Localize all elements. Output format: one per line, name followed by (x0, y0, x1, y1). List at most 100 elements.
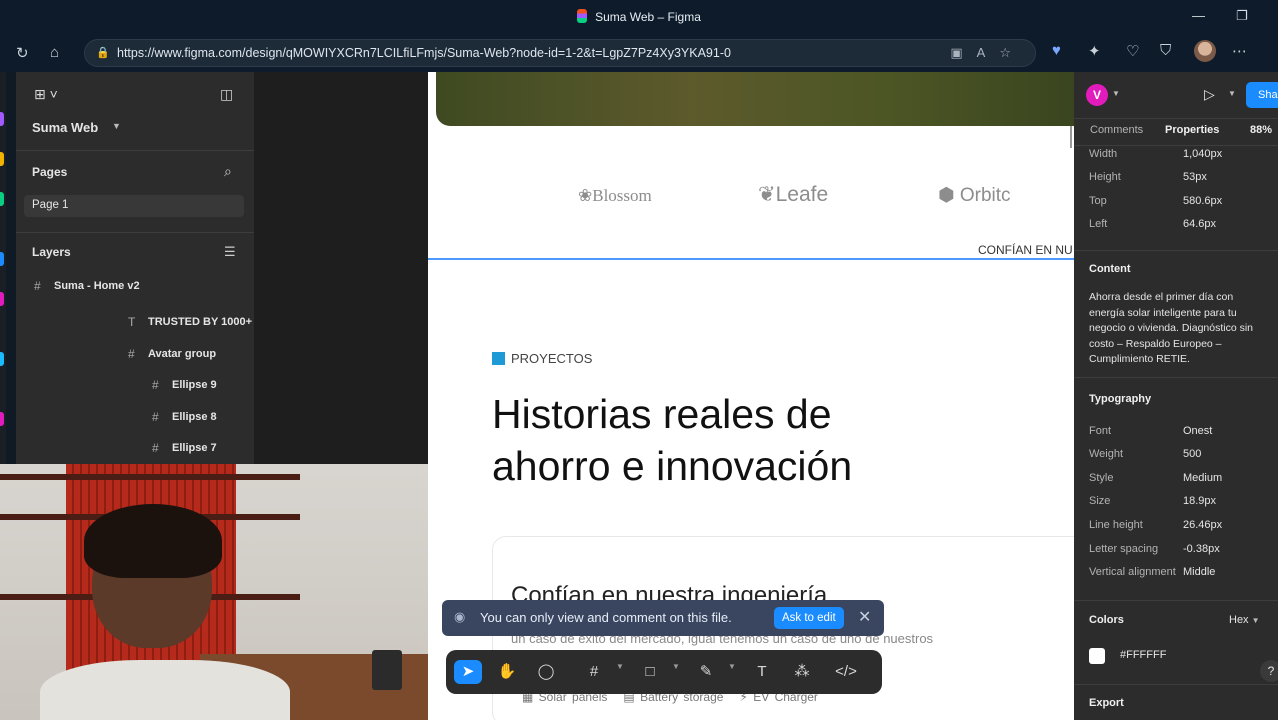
panel-toggle-icon[interactable]: ◫ (220, 86, 233, 103)
prop-label: Style (1089, 472, 1114, 484)
content-text[interactable]: Ahorra desde el primer día con energía s… (1089, 290, 1253, 368)
components-icon[interactable]: ⁂ (788, 660, 816, 684)
dev-mode-icon[interactable]: </> (832, 660, 860, 684)
mug (372, 650, 402, 690)
prop-label: Left (1089, 218, 1108, 230)
color-marker (0, 412, 4, 426)
banner-message: You can only view and comment on this fi… (480, 610, 732, 625)
prop-label: Height (1089, 171, 1121, 183)
content-line: energía solar inteligente para tu (1089, 306, 1237, 319)
page-item-page-1[interactable]: Page 1 (24, 195, 244, 217)
browser-profile-avatar[interactable] (1194, 40, 1216, 62)
heading-line: Historias reales de (492, 391, 832, 437)
more-menu-icon[interactable]: ⋯ (1232, 42, 1247, 60)
prop-value[interactable]: -0.38px (1183, 543, 1220, 555)
user-avatar[interactable]: V (1086, 84, 1108, 106)
layer-item[interactable]: Ellipse 9 (172, 379, 217, 391)
chevron-down-icon[interactable]: ▼ (1112, 89, 1120, 98)
address-actions[interactable]: ▣A☆ (950, 40, 1025, 66)
canvas-scrollbar[interactable] (1070, 126, 1072, 148)
chevron-down-icon[interactable]: ▼ (728, 662, 736, 671)
logo-blossom: ❀Blossom (578, 186, 652, 205)
close-icon[interactable]: ✕ (858, 607, 871, 627)
tab-comments[interactable]: Comments (1090, 124, 1143, 136)
shape-tool-icon[interactable]: □ (636, 660, 664, 684)
prop-value[interactable]: 26.46px (1183, 519, 1222, 531)
webcam-overlay (0, 464, 428, 720)
prop-label: Font (1089, 425, 1112, 437)
layer-item[interactable]: Ellipse 8 (172, 411, 217, 423)
prop-value[interactable]: Medium (1183, 472, 1222, 484)
eye-icon: ◉ (454, 609, 466, 624)
layers-options-icon[interactable]: ☰ (224, 244, 236, 260)
share-button[interactable]: Sha (1246, 82, 1278, 108)
comment-tool-icon[interactable]: ◯ (532, 660, 560, 684)
logo-orbitc: ⬢ Orbitc (938, 185, 1011, 206)
prop-value[interactable]: 53px (1183, 171, 1207, 183)
prop-label: Letter spacing (1089, 543, 1159, 555)
export-label[interactable]: Export (1089, 697, 1124, 709)
help-button[interactable]: ? (1260, 660, 1278, 682)
extensions-icon[interactable]: ✦ (1088, 42, 1101, 60)
bottom-toolbar: ➤ ✋ ◯ # ▼ □ ▼ ✎ ▼ T ⁂ </> (446, 650, 882, 694)
frame-icon: # (152, 410, 159, 424)
chevron-down-icon[interactable]: ▼ (672, 662, 680, 671)
prop-value[interactable]: 1,040px (1183, 148, 1222, 160)
zoom-level[interactable]: 88% (1250, 124, 1272, 136)
prop-label: Vertical alignment (1089, 566, 1176, 578)
window-title-text: Suma Web – Figma (595, 10, 701, 24)
search-icon[interactable]: ⌕ (224, 163, 232, 180)
layer-item[interactable]: Ellipse 7 (172, 442, 217, 454)
person-shirt (40, 660, 290, 720)
color-format-value: Hex (1229, 614, 1249, 626)
text-tool-icon[interactable]: T (748, 660, 776, 684)
favorites-icon[interactable]: ♡ (1126, 42, 1139, 60)
canvas-background[interactable] (254, 72, 428, 464)
ask-to-edit-button[interactable]: Ask to edit (774, 607, 844, 629)
chevron-down-icon[interactable]: ▼ (1228, 89, 1236, 98)
reload-icon[interactable]: ↻ (16, 44, 29, 62)
maximize-icon[interactable]: ❐ (1236, 8, 1248, 24)
layer-item[interactable]: Avatar group (148, 348, 216, 360)
move-tool-icon[interactable]: ➤ (454, 660, 482, 684)
window-title: Suma Web – Figma (0, 9, 1278, 24)
section-heading: Historias reales de ahorro e innovación (492, 388, 1012, 492)
prop-value[interactable]: 580.6px (1183, 195, 1222, 207)
layer-item[interactable]: Suma - Home v2 (54, 280, 140, 292)
color-marker (0, 292, 4, 306)
file-name[interactable]: Suma Web (32, 120, 98, 135)
color-format-select[interactable]: Hex ▼ (1229, 614, 1260, 626)
color-swatch[interactable] (1089, 648, 1105, 664)
frame-icon: # (152, 441, 159, 455)
prop-value[interactable]: 500 (1183, 448, 1201, 460)
main-menu-icon[interactable]: ⊞ ˅ (34, 86, 58, 103)
layers-label: Layers (32, 245, 71, 259)
prop-value[interactable]: 18.9px (1183, 495, 1216, 507)
minimize-icon[interactable]: — (1192, 8, 1205, 23)
prop-value[interactable]: Middle (1183, 566, 1215, 578)
layer-item[interactable]: TRUSTED BY 1000+ (148, 316, 252, 328)
trust-text: CONFÍAN EN NU (978, 243, 1073, 257)
address-bar-row: ↻ ⌂ 🔒 https://www.figma.com/design/qMOWI… (0, 34, 1278, 72)
hand-tool-icon[interactable]: ✋ (493, 660, 521, 684)
person-hair (84, 504, 222, 578)
prop-value[interactable]: Onest (1183, 425, 1212, 437)
chevron-down-icon[interactable]: ▼ (616, 662, 624, 671)
extension-icon[interactable]: ♥ (1052, 42, 1061, 59)
prop-label: Top (1089, 195, 1107, 207)
pen-tool-icon[interactable]: ✎ (692, 660, 720, 684)
frame-tool-icon[interactable]: # (580, 660, 608, 684)
home-icon[interactable]: ⌂ (50, 44, 59, 61)
chevron-down-icon[interactable]: ▼ (112, 121, 121, 131)
tag-square-icon (492, 352, 505, 365)
prop-value[interactable]: 64.6px (1183, 218, 1216, 230)
present-icon[interactable]: ▷ (1204, 86, 1215, 103)
content-line: negocio o vivienda. Diagnóstico sin (1089, 322, 1254, 334)
typography-label: Typography (1089, 393, 1152, 405)
url-field[interactable]: 🔒 https://www.figma.com/design/qMOWIYXCR… (84, 39, 1036, 67)
heading-line: ahorro e innovación (492, 443, 853, 489)
shield-icon[interactable]: ⛉ (1160, 42, 1171, 59)
color-hex-value[interactable]: #FFFFFF (1120, 649, 1166, 661)
logo-leafe: ❦Leafe (758, 183, 829, 206)
tab-properties[interactable]: Properties (1165, 124, 1219, 136)
